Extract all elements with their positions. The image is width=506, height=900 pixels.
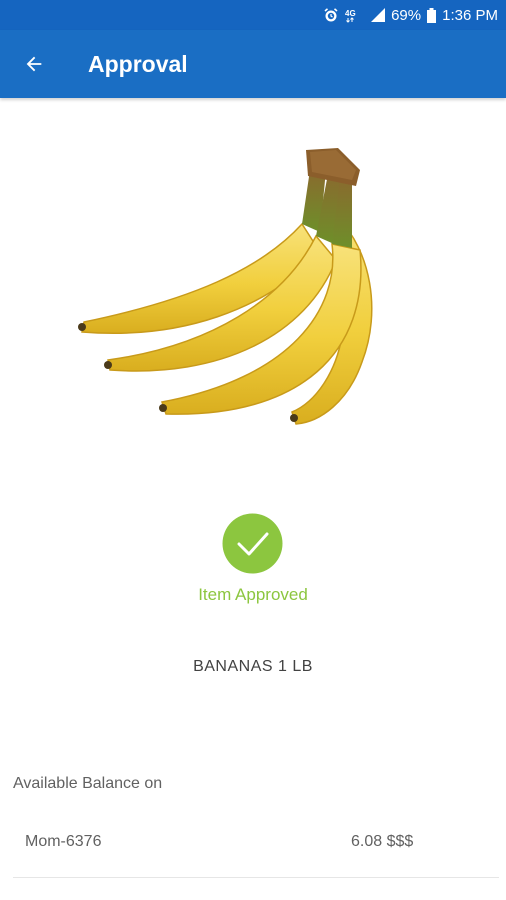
- page-title: Approval: [88, 50, 188, 77]
- signal-icon: [371, 8, 386, 22]
- back-button[interactable]: [0, 30, 68, 98]
- clock-time: 1:36 PM: [442, 6, 498, 24]
- approval-status: Item Approved: [198, 585, 308, 604]
- bananas-image: [78, 148, 373, 425]
- app-bar: Approval: [0, 30, 506, 98]
- account-name: Mom-6376: [25, 833, 102, 850]
- battery-percent: 69%: [391, 6, 422, 24]
- arrow-back-icon: [26, 56, 42, 72]
- balance-heading: Available Balance on: [13, 775, 163, 792]
- balance-row: Mom-6376 6.08 $$$: [13, 812, 499, 878]
- item-name: BANANAS 1 LB: [193, 658, 313, 675]
- account-balance: 6.08 $$$: [351, 833, 414, 850]
- status-bar: 4G 69% 1:36 PM: [0, 0, 506, 30]
- lte-icon: 4G: [345, 7, 365, 23]
- check-circle-icon: [222, 513, 283, 574]
- alarm-icon: [323, 7, 339, 23]
- battery-icon: [427, 7, 437, 23]
- svg-text:4G: 4G: [345, 9, 356, 18]
